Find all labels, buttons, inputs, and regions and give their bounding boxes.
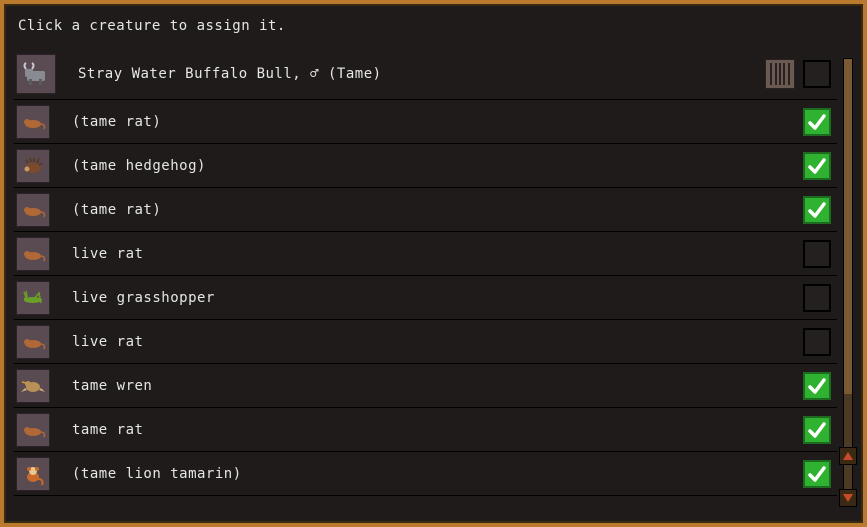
creature-row[interactable]: (tame rat) xyxy=(14,188,837,232)
creature-row[interactable]: live grasshopper xyxy=(14,276,837,320)
creature-label: tame rat xyxy=(72,422,803,438)
creature-row[interactable]: (tame rat) xyxy=(14,100,837,144)
wren-icon xyxy=(16,369,50,403)
creature-label: live rat xyxy=(72,246,803,262)
scrollbar-track[interactable] xyxy=(843,58,853,507)
creature-label: live rat xyxy=(72,334,803,350)
creature-label: tame wren xyxy=(72,378,803,394)
assign-checkbox[interactable] xyxy=(803,108,831,136)
creature-row[interactable]: tame wren xyxy=(14,364,837,408)
creature-row[interactable]: live rat xyxy=(14,232,837,276)
assign-checkbox[interactable] xyxy=(803,284,831,312)
creature-row[interactable]: tame rat xyxy=(14,408,837,452)
scroll-up-button[interactable] xyxy=(839,447,857,465)
creature-row[interactable]: live rat xyxy=(14,320,837,364)
tamarin-icon xyxy=(16,457,50,491)
scroll-down-button[interactable] xyxy=(839,489,857,507)
creature-row[interactable]: (tame hedgehog) xyxy=(14,144,837,188)
creature-label: (tame rat) xyxy=(72,202,803,218)
creature-label: Stray Water Buffalo Bull, ♂ (Tame) xyxy=(78,66,765,82)
assign-checkbox[interactable] xyxy=(803,460,831,488)
arrow-up-icon xyxy=(843,452,853,460)
row-controls xyxy=(803,240,831,268)
scroll-arrows xyxy=(839,447,857,507)
creature-row[interactable]: (tame lion tamarin) xyxy=(14,452,837,496)
row-controls xyxy=(803,460,831,488)
arrow-down-icon xyxy=(843,494,853,502)
cage-icon[interactable] xyxy=(765,59,795,89)
assign-checkbox[interactable] xyxy=(803,60,831,88)
creature-label: live grasshopper xyxy=(72,290,803,306)
creature-row[interactable]: Stray Water Buffalo Bull, ♂ (Tame) xyxy=(14,48,837,100)
row-controls xyxy=(803,372,831,400)
creature-list: Stray Water Buffalo Bull, ♂ (Tame) (tame … xyxy=(14,48,837,513)
row-controls xyxy=(803,284,831,312)
assign-checkbox[interactable] xyxy=(803,152,831,180)
row-controls xyxy=(803,108,831,136)
creature-label: (tame rat) xyxy=(72,114,803,130)
rat-icon xyxy=(16,105,50,139)
buffalo-icon xyxy=(16,54,56,94)
rat-icon xyxy=(16,237,50,271)
row-controls xyxy=(803,416,831,444)
creature-label: (tame lion tamarin) xyxy=(72,466,803,482)
rat-icon xyxy=(16,325,50,359)
creature-label: (tame hedgehog) xyxy=(72,158,803,174)
hedgehog-icon xyxy=(16,149,50,183)
row-controls xyxy=(803,328,831,356)
assign-checkbox[interactable] xyxy=(803,196,831,224)
rat-icon xyxy=(16,193,50,227)
header-title: Click a creature to assign it. xyxy=(4,4,863,43)
assign-checkbox[interactable] xyxy=(803,372,831,400)
assign-checkbox[interactable] xyxy=(803,328,831,356)
grasshopper-icon xyxy=(16,281,50,315)
scrollbar[interactable] xyxy=(841,58,855,507)
rat-icon xyxy=(16,413,50,447)
assign-creature-window: Click a creature to assign it. Stray Wat… xyxy=(0,0,867,527)
assign-checkbox[interactable] xyxy=(803,240,831,268)
row-controls xyxy=(803,196,831,224)
row-controls xyxy=(803,152,831,180)
assign-checkbox[interactable] xyxy=(803,416,831,444)
row-controls xyxy=(765,59,831,89)
